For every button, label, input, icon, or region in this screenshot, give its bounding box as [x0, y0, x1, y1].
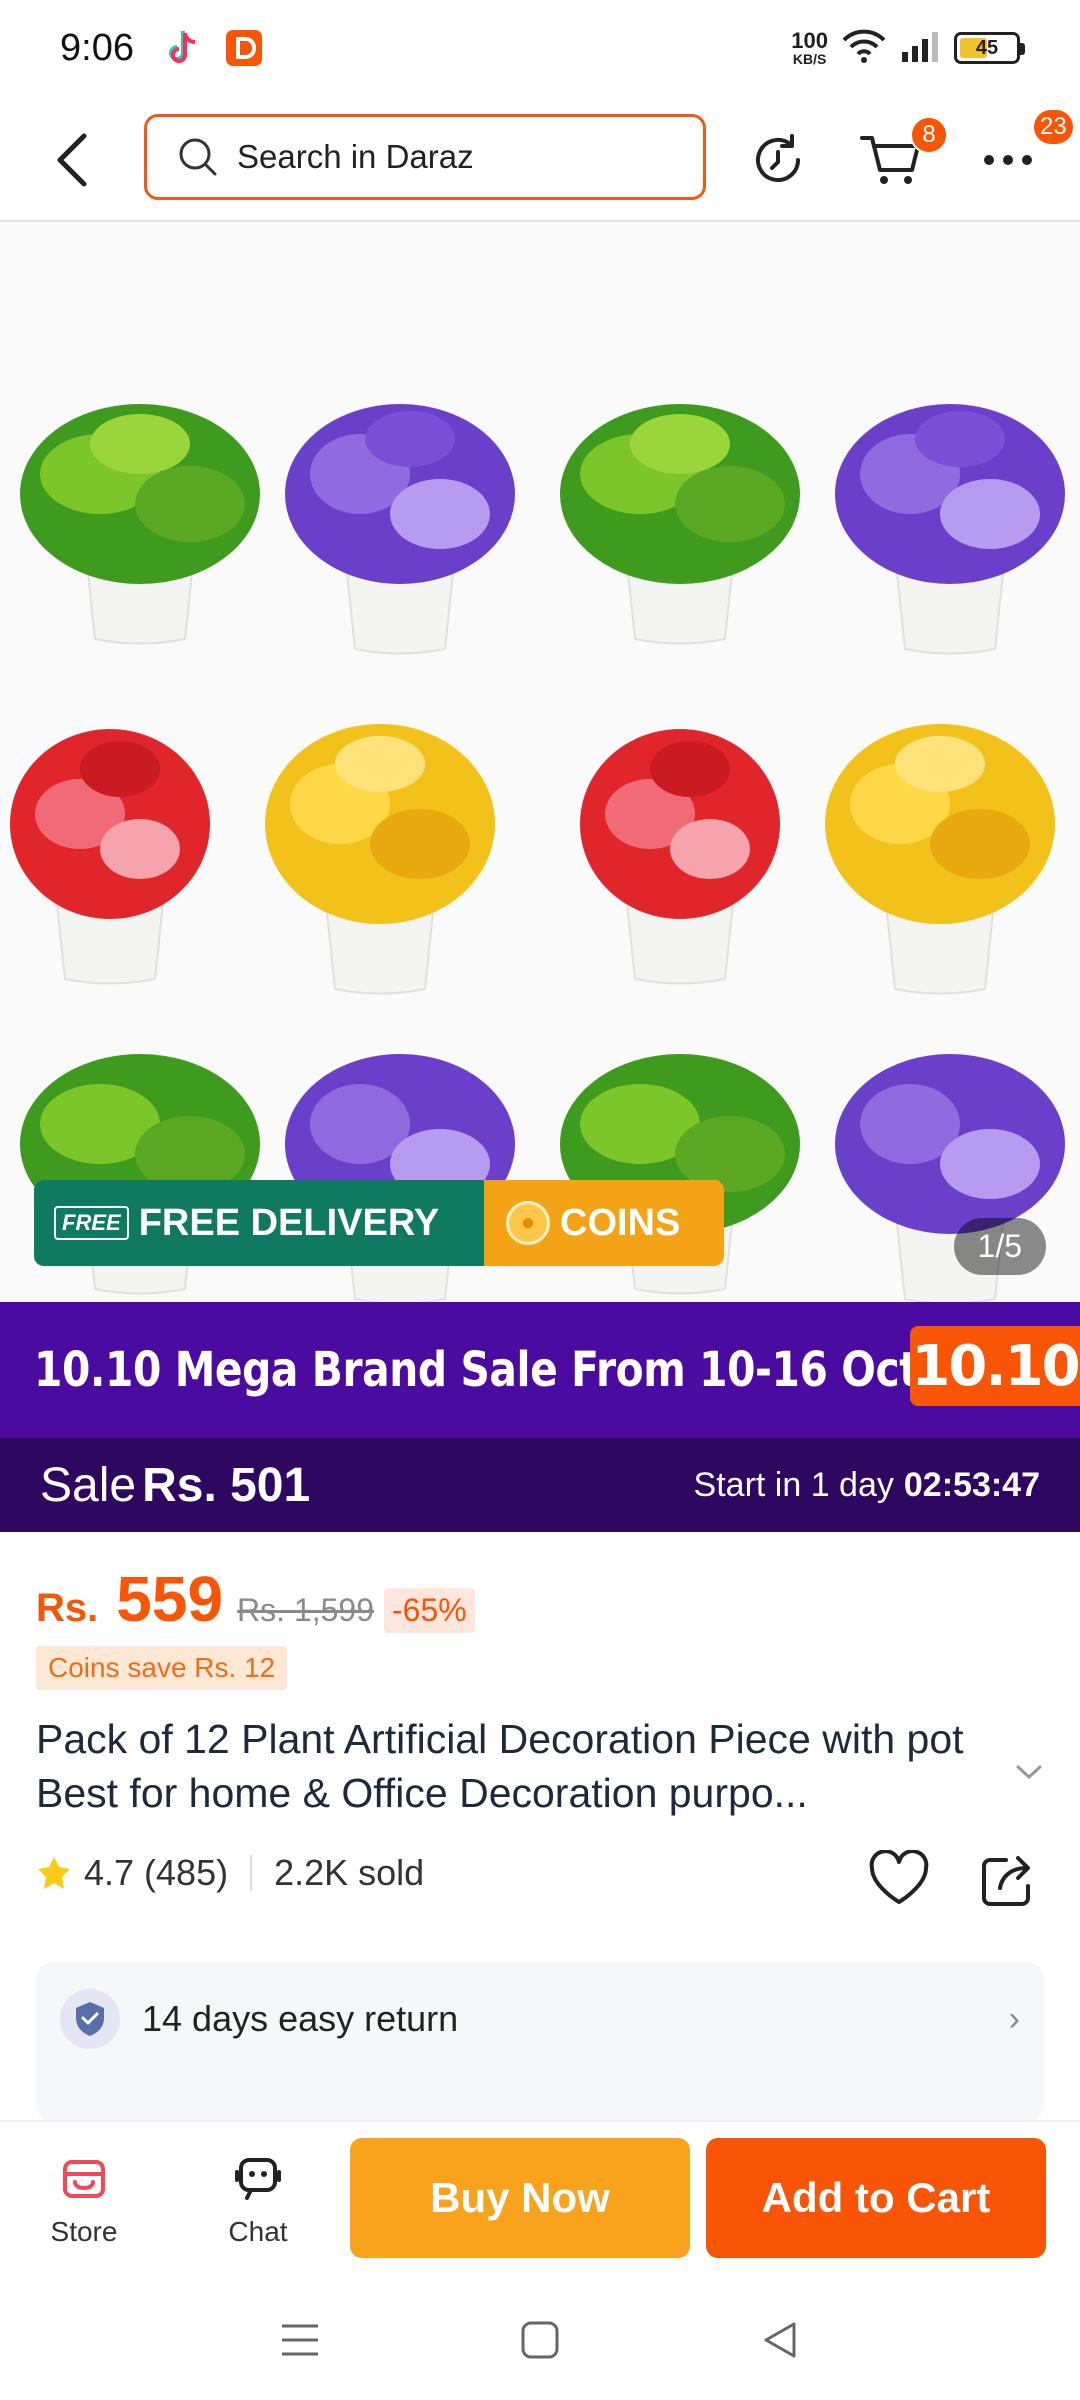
network-speed-value: 100 — [791, 28, 828, 53]
wishlist-button[interactable] — [868, 1849, 930, 1908]
coins-save-badge: Coins save Rs. 12 — [36, 1646, 288, 1690]
menu-nav-button[interactable] — [270, 2310, 330, 2370]
store-button[interactable]: Store — [24, 2156, 144, 2266]
current-price: 559 — [116, 1563, 224, 1635]
sold-count: 2.2K sold — [274, 1852, 425, 1893]
sale-countdown: 02:53:47 — [903, 1465, 1040, 1504]
sale-countdown-bar: Sale Rs. 501 Start in 1 day 02:53:47 — [0, 1438, 1080, 1532]
store-label: Store — [50, 2216, 118, 2247]
campaign-banner[interactable]: 10.10 Mega Brand Sale From 10-16 October… — [0, 1302, 1080, 1438]
back-triangle-icon — [764, 2322, 796, 2358]
review-count: (485) — [144, 1852, 229, 1893]
service-card: 14 days easy return › — [36, 1962, 1044, 2122]
free-delivery-badge: FREE FREE DELIVERY — [34, 1180, 484, 1266]
home-square-icon — [521, 2321, 559, 2359]
home-nav-button[interactable] — [510, 2310, 570, 2370]
image-page-counter: 1/5 — [953, 1218, 1046, 1275]
price-row: Rs. 559 Rs. 1,599 -65% — [36, 1562, 475, 1636]
sale-start-info: Start in 1 day 02:53:47 — [694, 1466, 1040, 1505]
delivery-promo-strip: FREE FREE DELIVERY ● COINS — [34, 1180, 724, 1266]
history-button[interactable] — [748, 130, 808, 190]
search-input[interactable]: Search in Daraz — [144, 114, 706, 200]
wifi-icon — [842, 28, 886, 69]
add-to-cart-button[interactable]: Add to Cart — [706, 2138, 1046, 2258]
easy-return-label: 14 days easy return — [142, 1998, 459, 2039]
star-icon — [38, 1857, 70, 1889]
menu-icon — [282, 2324, 318, 2356]
coins-label: COINS — [560, 1201, 681, 1244]
heart-icon — [869, 1849, 929, 1904]
battery-level: 45 — [975, 36, 999, 59]
coins-badge: ● COINS — [484, 1180, 724, 1266]
rating-value: 4.7 — [84, 1852, 135, 1893]
sale-price: Rs. 501 — [142, 1458, 311, 1512]
status-time: 9:06 — [60, 26, 134, 69]
product-image — [10, 404, 1065, 1302]
share-icon — [982, 1856, 1030, 1906]
signal-icon — [900, 30, 940, 67]
coin-icon: ● — [506, 1201, 550, 1245]
product-image-gallery[interactable]: FREE FREE DELIVERY ● COINS 1/5 — [0, 224, 1080, 1302]
top-app-bar: Search in Daraz 8 23 — [0, 96, 1080, 222]
refresh-icon — [756, 134, 800, 182]
back-arrow-icon — [57, 133, 87, 187]
chat-icon — [235, 2158, 281, 2200]
search-placeholder: Search in Daraz — [237, 138, 474, 175]
back-nav-button[interactable] — [750, 2310, 810, 2370]
free-delivery-label: FREE DELIVERY — [138, 1201, 440, 1244]
search-icon — [179, 138, 217, 176]
chat-button[interactable]: Chat — [198, 2156, 318, 2266]
network-speed: 100 KB/S — [791, 28, 828, 67]
more-button[interactable]: 23 — [978, 108, 1075, 190]
cart-badge: 8 — [910, 116, 948, 154]
campaign-logo: 10.10 — [910, 1326, 1080, 1406]
campaign-text: 10.10 Mega Brand Sale From 10-16 October — [34, 1342, 1022, 1398]
network-speed-unit: KB/S — [792, 51, 827, 67]
buy-now-button[interactable]: Buy Now — [350, 2138, 690, 2258]
more-dots-icon — [984, 155, 1032, 165]
cart-button[interactable]: 8 — [858, 116, 948, 190]
system-nav-bar — [0, 2280, 1080, 2400]
status-bar: 9:06 100 KB/S 45 — [0, 0, 1080, 96]
sale-label: Sale — [40, 1458, 137, 1512]
sale-start-label: Start in 1 day — [693, 1465, 894, 1504]
product-title[interactable]: Pack of 12 Plant Artificial Decoration P… — [36, 1712, 1016, 1820]
shield-icon — [60, 1989, 120, 2049]
bottom-action-bar: Store Chat Buy Now Add to Cart — [0, 2120, 1080, 2280]
daraz-app-icon — [224, 28, 264, 68]
battery-icon: 45 — [954, 32, 1025, 64]
tiktok-icon — [162, 28, 202, 68]
share-button[interactable] — [978, 1850, 1038, 1910]
back-button[interactable] — [44, 130, 100, 190]
chevron-right-icon: › — [1008, 1999, 1020, 2038]
store-icon — [63, 2160, 105, 2198]
free-delivery-tag: FREE — [54, 1206, 129, 1240]
chat-label: Chat — [228, 2216, 288, 2247]
discount-badge: -65% — [384, 1588, 475, 1633]
divider — [250, 1855, 253, 1891]
more-badge: 23 — [1032, 108, 1075, 146]
price-currency: Rs. — [36, 1586, 99, 1630]
original-price: Rs. 1,599 — [237, 1592, 374, 1628]
status-right: 100 KB/S 45 — [791, 28, 1025, 69]
chevron-down-icon[interactable] — [1014, 1762, 1044, 1782]
rating-row[interactable]: 4.7 (485) 2.2K sold — [36, 1852, 424, 1894]
easy-return-row[interactable]: 14 days easy return › — [60, 1984, 1020, 2054]
